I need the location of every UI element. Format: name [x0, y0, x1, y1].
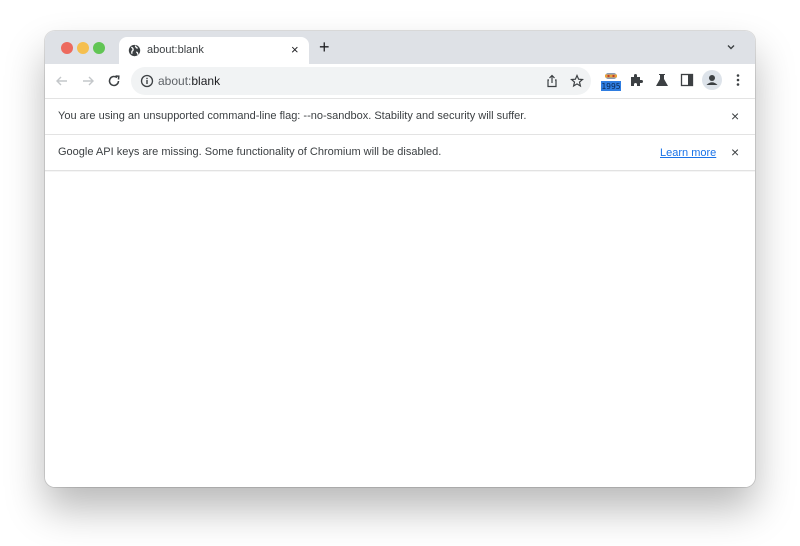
extension-badge: 1995: [601, 82, 620, 91]
forward-button[interactable]: [80, 73, 96, 89]
window-minimize-button[interactable]: [77, 42, 89, 54]
tab-about-blank[interactable]: about:blank ×: [119, 37, 309, 64]
reload-button[interactable]: [106, 73, 122, 89]
infobar-close-button[interactable]: ×: [731, 144, 739, 160]
learn-more-link[interactable]: Learn more: [660, 147, 716, 159]
tab-search-chevron-icon[interactable]: [725, 41, 737, 53]
window-maximize-button[interactable]: [93, 42, 105, 54]
tab-title: about:blank: [147, 44, 204, 56]
extension-robot-icon: 1995: [601, 73, 621, 91]
profile-icon: [706, 75, 718, 85]
window-close-button[interactable]: [61, 42, 73, 54]
share-icon[interactable]: [545, 74, 559, 88]
infobar-close-button[interactable]: ×: [731, 108, 739, 124]
address-bar[interactable]: about:blank: [131, 67, 591, 95]
bookmark-star-icon[interactable]: [570, 74, 584, 88]
globe-icon: [128, 44, 141, 57]
infobar-api-keys: Google API keys are missing. Some functi…: [45, 135, 755, 171]
lab-flask-icon[interactable]: [654, 72, 670, 88]
info-icon[interactable]: [140, 74, 154, 88]
tab-strip: about:blank × +: [45, 31, 755, 64]
url-scheme: about:: [158, 74, 192, 88]
browser-window: about:blank × + about:blank 1995 You are…: [45, 31, 755, 487]
back-button[interactable]: [54, 73, 70, 89]
new-tab-button[interactable]: +: [319, 37, 330, 57]
infobar-message: Google API keys are missing. Some functi…: [58, 146, 442, 158]
menu-kebab-icon[interactable]: [730, 72, 746, 88]
infobar-no-sandbox: You are using an unsupported command-lin…: [45, 99, 755, 135]
url-text[interactable]: about:blank: [158, 74, 220, 88]
url-host: blank: [191, 74, 221, 88]
side-panel-icon[interactable]: [679, 72, 695, 88]
extension-robot-button[interactable]: 1995: [600, 71, 622, 91]
tab-close-button[interactable]: ×: [291, 42, 299, 58]
page-content[interactable]: [45, 172, 755, 487]
profile-button[interactable]: [702, 70, 722, 90]
toolbar: about:blank 1995: [45, 64, 755, 99]
puzzle-icon[interactable]: [628, 72, 644, 88]
infobar-message: You are using an unsupported command-lin…: [58, 110, 527, 122]
